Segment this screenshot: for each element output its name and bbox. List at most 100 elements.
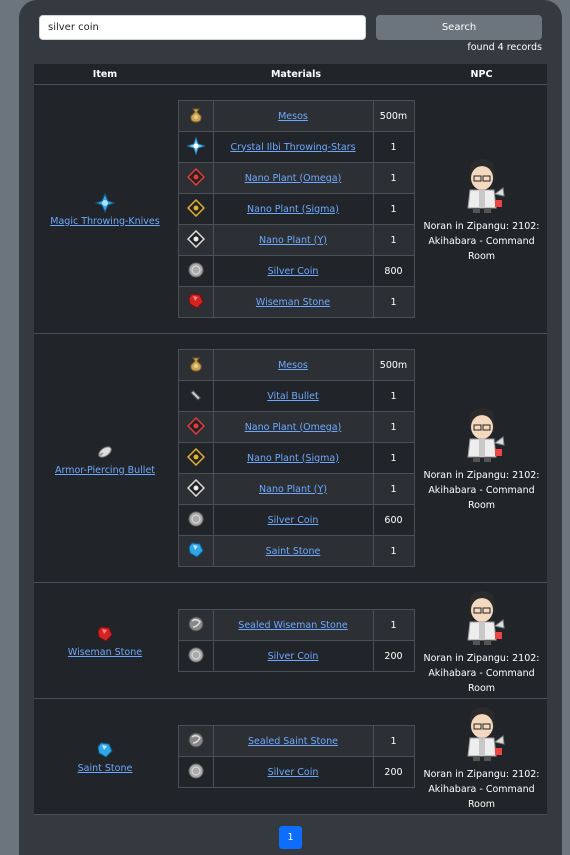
material-link[interactable]: Wiseman Stone bbox=[256, 297, 330, 308]
materials-table: Mesos 500m Vital Bullet 1 Nano Plant (Omega)… bbox=[177, 349, 415, 567]
npc-cell: Noran in Zipangu: 2102: Akihabara - Comm… bbox=[416, 586, 547, 696]
material-link[interactable]: Silver Coin bbox=[268, 266, 319, 277]
nano-plant-sigma-icon bbox=[177, 193, 214, 225]
item-cell: Wiseman Stone bbox=[34, 623, 176, 658]
material-row: Wiseman Stone 1 bbox=[177, 286, 415, 318]
materials-table: Mesos 500m Crystal Ilbi Throwing-Stars 1 Nan… bbox=[177, 100, 415, 318]
material-link[interactable]: Nano Plant (Y) bbox=[259, 484, 327, 495]
material-row: Nano Plant (Y) 1 bbox=[177, 224, 415, 256]
silver-coin-icon bbox=[177, 640, 214, 672]
item-link[interactable]: Magic Throwing-Knives bbox=[50, 216, 159, 227]
header-materials: Materials bbox=[270, 68, 322, 80]
item-link[interactable]: Saint Stone bbox=[78, 763, 133, 774]
nano-plant-y-icon bbox=[177, 473, 214, 505]
material-link[interactable]: Sealed Saint Stone bbox=[248, 736, 338, 747]
material-link[interactable]: Mesos bbox=[278, 111, 308, 122]
material-link[interactable]: Silver Coin bbox=[268, 651, 319, 662]
material-row: Silver Coin 600 bbox=[177, 504, 415, 536]
material-quantity: 800 bbox=[372, 255, 415, 287]
wiseman-stone-icon bbox=[94, 623, 116, 645]
material-link[interactable]: Crystal Ilbi Throwing-Stars bbox=[230, 142, 355, 153]
material-link[interactable]: Nano Plant (Sigma) bbox=[247, 204, 339, 215]
sealed-stone-icon bbox=[177, 609, 214, 641]
material-link[interactable]: Saint Stone bbox=[266, 546, 321, 557]
table-row: Armor-Piercing Bullet Mesos 500m Vital Bull… bbox=[34, 334, 547, 583]
silver-coin-icon bbox=[177, 255, 214, 287]
material-quantity: 1 bbox=[372, 535, 415, 567]
material-link[interactable]: Silver Coin bbox=[268, 515, 319, 526]
material-link[interactable]: Nano Plant (Sigma) bbox=[247, 453, 339, 464]
material-link[interactable]: Silver Coin bbox=[268, 767, 319, 778]
header-item: Item bbox=[92, 68, 118, 80]
material-name-cell: Mesos bbox=[212, 100, 374, 132]
material-row: Silver Coin 200 bbox=[177, 640, 415, 672]
material-row: Silver Coin 200 bbox=[177, 756, 415, 788]
record-count: found 4 records bbox=[467, 42, 542, 53]
material-link[interactable]: Nano Plant (Omega) bbox=[245, 422, 342, 433]
silver-coin-icon bbox=[177, 504, 214, 536]
material-link[interactable]: Sealed Wiseman Stone bbox=[238, 620, 347, 631]
material-link[interactable]: Nano Plant (Y) bbox=[259, 235, 327, 246]
material-quantity: 500m bbox=[372, 349, 415, 381]
item-cell: Magic Throwing-Knives bbox=[34, 192, 176, 227]
search-button[interactable]: Search bbox=[376, 15, 542, 40]
material-quantity: 1 bbox=[372, 411, 415, 443]
material-name-cell: Nano Plant (Y) bbox=[212, 224, 374, 256]
material-name-cell: Nano Plant (Omega) bbox=[212, 411, 374, 443]
nano-plant-omega-icon bbox=[177, 162, 214, 194]
materials-table: Sealed Saint Stone 1 Silver Coin 200 bbox=[177, 725, 415, 788]
material-name-cell: Silver Coin bbox=[212, 640, 374, 672]
npc-cell: Noran in Zipangu: 2102: Akihabara - Comm… bbox=[416, 403, 547, 513]
table-row: Wiseman Stone Sealed Wiseman Stone 1 Silver… bbox=[34, 583, 547, 699]
material-link[interactable]: Vital Bullet bbox=[267, 391, 319, 402]
material-row: Sealed Wiseman Stone 1 bbox=[177, 609, 415, 641]
material-quantity: 1 bbox=[372, 442, 415, 474]
material-row: Silver Coin 800 bbox=[177, 255, 415, 287]
npc-name: Noran in Zipangu: 2102: Akihabara - Comm… bbox=[423, 221, 540, 262]
npc-portrait-icon bbox=[457, 702, 507, 767]
material-quantity: 500m bbox=[372, 100, 415, 132]
material-name-cell: Nano Plant (Omega) bbox=[212, 162, 374, 194]
material-row: Nano Plant (Y) 1 bbox=[177, 473, 415, 505]
npc-portrait-icon bbox=[457, 403, 507, 468]
material-quantity: 1 bbox=[372, 609, 415, 641]
silver-coin-icon bbox=[177, 756, 214, 788]
materials-table: Sealed Wiseman Stone 1 Silver Coin 200 bbox=[177, 609, 415, 672]
material-row: Mesos 500m bbox=[177, 100, 415, 132]
saint-stone-icon bbox=[94, 739, 116, 761]
npc-name: Noran in Zipangu: 2102: Akihabara - Comm… bbox=[423, 470, 540, 511]
table-body: Magic Throwing-Knives Mesos 500m Crystal Il… bbox=[34, 85, 547, 815]
npc-name: Noran in Zipangu: 2102: Akihabara - Comm… bbox=[423, 768, 540, 810]
material-name-cell: Vital Bullet bbox=[212, 380, 374, 412]
material-quantity: 1 bbox=[372, 725, 415, 757]
material-row: Saint Stone 1 bbox=[177, 535, 415, 567]
material-row: Nano Plant (Omega) 1 bbox=[177, 162, 415, 194]
material-row: Nano Plant (Sigma) 1 bbox=[177, 193, 415, 225]
material-name-cell: Saint Stone bbox=[212, 535, 374, 567]
material-quantity: 1 bbox=[372, 224, 415, 256]
npc-cell: Noran in Zipangu: 2102: Akihabara - Comm… bbox=[416, 702, 547, 812]
search-input[interactable]: silver coin bbox=[39, 15, 366, 40]
wiseman-stone-icon bbox=[177, 286, 214, 318]
material-quantity: 600 bbox=[372, 504, 415, 536]
material-row: Nano Plant (Omega) 1 bbox=[177, 411, 415, 443]
material-quantity: 1 bbox=[372, 162, 415, 194]
material-quantity: 1 bbox=[372, 131, 415, 163]
mesos-bag-icon bbox=[177, 349, 214, 381]
saint-stone-icon bbox=[177, 535, 214, 567]
item-link[interactable]: Wiseman Stone bbox=[68, 647, 142, 658]
material-row: Mesos 500m bbox=[177, 349, 415, 381]
item-link[interactable]: Armor-Piercing Bullet bbox=[55, 465, 155, 476]
nano-plant-omega-icon bbox=[177, 411, 214, 443]
bullet-icon bbox=[94, 441, 116, 463]
material-name-cell: Nano Plant (Sigma) bbox=[212, 442, 374, 474]
materials-cell: Sealed Saint Stone 1 Silver Coin 200 bbox=[176, 725, 416, 788]
material-link[interactable]: Mesos bbox=[278, 360, 308, 371]
materials-cell: Sealed Wiseman Stone 1 Silver Coin 200 bbox=[176, 609, 416, 672]
page-button-1[interactable]: 1 bbox=[279, 826, 302, 849]
material-link[interactable]: Nano Plant (Omega) bbox=[245, 173, 342, 184]
item-cell: Saint Stone bbox=[34, 739, 176, 774]
table-row: Saint Stone Sealed Saint Stone 1 Silver Coi… bbox=[34, 699, 547, 815]
material-row: Nano Plant (Sigma) 1 bbox=[177, 442, 415, 474]
material-row: Vital Bullet 1 bbox=[177, 380, 415, 412]
